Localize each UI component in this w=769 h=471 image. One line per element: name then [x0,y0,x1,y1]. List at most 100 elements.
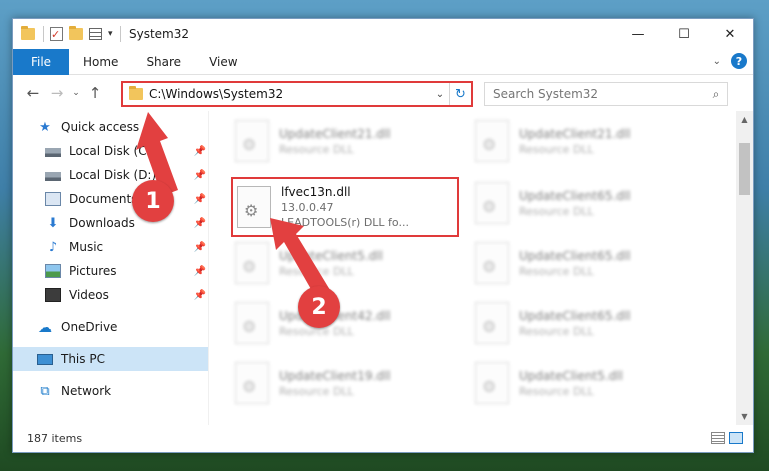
view-icon[interactable] [89,28,102,40]
sidebar-item-music[interactable]: ♪ Music 📌 [13,235,208,259]
file-item[interactable]: ⚙ UpdateClient65.dll Resource DLL [471,237,691,289]
dll-file-icon: ⚙ [235,362,269,404]
chevron-down-icon[interactable]: ⌄ [713,56,721,67]
item-count: 187 items [27,431,83,445]
scroll-down-icon[interactable]: ▼ [736,408,753,425]
sidebar-item-label: Pictures [69,264,117,278]
scroll-up-icon[interactable]: ▲ [736,111,753,128]
tab-home[interactable]: Home [69,55,132,69]
large-icons-view-icon[interactable] [729,432,743,444]
file-item[interactable]: ⚙ UpdateClient19.dll Resource DLL [231,357,451,409]
back-arrow-icon[interactable]: ← [21,84,45,102]
separator [120,26,121,42]
sidebar-item-pictures[interactable]: Pictures 📌 [13,259,208,283]
pin-icon[interactable]: 📌 [194,218,206,229]
sidebar-item-this-pc[interactable]: This PC [13,347,208,371]
window-title: System32 [129,27,190,41]
file-type: Resource DLL [279,384,354,398]
tab-view[interactable]: View [195,55,251,69]
search-box[interactable]: ⌕ [484,82,728,106]
file-item[interactable]: ⚙ UpdateClient65.dll Resource DLL [471,297,691,349]
downloads-icon: ⬇ [47,216,59,231]
up-arrow-icon[interactable]: ↑ [83,84,107,102]
file-item[interactable]: ⚙ UpdateClient21.dll Resource DLL [231,115,451,167]
file-name: UpdateClient5.dll [279,248,383,263]
sidebar-item-local-disk-d[interactable]: Local Disk (D:) 📌 [13,163,208,187]
file-item[interactable]: ⚙ UpdateClient21.dll Resource DLL [471,115,691,167]
search-input[interactable] [493,87,705,101]
new-folder-icon[interactable] [69,26,83,40]
tab-file[interactable]: File [13,48,69,75]
details-view-icon[interactable] [711,432,725,444]
sidebar-item-quick-access[interactable]: ★ Quick access [13,115,208,139]
documents-icon [45,192,61,206]
file-item[interactable]: ⚙ UpdateClient65.dll Resource DLL [471,177,691,229]
chevron-down-icon[interactable]: ⌄ [431,89,449,100]
pictures-icon [45,264,61,278]
file-item[interactable]: ⚙ UpdateClient5.dll Resource DLL [471,357,691,409]
sidebar-item-label: Local Disk (D:) [69,168,157,182]
file-type: Resource DLL [519,384,594,398]
file-name: UpdateClient19.dll [279,368,391,383]
sidebar-item-onedrive[interactable]: ☁ OneDrive [13,315,208,339]
file-name: UpdateClient21.dll [519,126,631,141]
close-button[interactable]: ✕ [707,19,753,49]
file-version: 13.0.0.47 [281,201,334,214]
vertical-scrollbar[interactable]: ▲ ▼ [736,111,753,425]
scrollbar-thumb[interactable] [739,143,750,195]
properties-icon[interactable] [50,27,63,41]
pin-icon[interactable]: 📌 [194,290,206,301]
file-name: UpdateClient21.dll [279,126,391,141]
file-type: Resource DLL [519,204,594,218]
chevron-down-icon[interactable]: ▾ [108,29,118,39]
sidebar-item-local-disk-c[interactable]: Local Disk (C:) 📌 [13,139,208,163]
folder-icon [129,86,143,100]
pin-icon[interactable]: 📌 [194,170,206,181]
disk-icon [45,172,61,181]
refresh-icon[interactable]: ↻ [449,83,471,105]
maximize-button[interactable]: ☐ [661,19,707,49]
quick-access-toolbar: ▾ [21,26,127,42]
main-area: ★ Quick access Local Disk (C:) 📌 Local D… [13,111,753,425]
star-icon: ★ [39,120,51,135]
file-item-highlighted[interactable]: ⚙ lfvec13n.dll 13.0.0.47 LEADTOOLS(r) DL… [231,177,459,237]
file-type: Resource DLL [519,324,594,338]
sidebar-item-label: Documents [69,192,138,206]
pin-icon[interactable]: 📌 [194,194,206,205]
address-path[interactable]: C:\Windows\System32 [149,87,431,101]
dll-file-icon: ⚙ [235,120,269,162]
file-type: Resource DLL [279,142,354,156]
pin-icon[interactable]: 📌 [194,266,206,277]
address-bar[interactable]: C:\Windows\System32 ⌄ ↻ [121,81,473,107]
step-badge-2: 2 [298,286,340,328]
file-description: LEADTOOLS(r) DLL fo... [281,216,409,229]
tab-share[interactable]: Share [132,55,195,69]
sidebar-item-videos[interactable]: Videos 📌 [13,283,208,307]
sidebar-item-label: Videos [69,288,109,302]
pin-icon[interactable]: 📌 [194,242,206,253]
file-item[interactable]: ⚙ UpdateClient5.dll Resource DLL [231,237,451,289]
videos-icon [45,288,61,302]
folder-icon[interactable] [21,26,35,40]
music-icon: ♪ [48,240,58,255]
dll-file-icon: ⚙ [237,186,271,228]
file-type: Resource DLL [519,264,594,278]
pin-icon[interactable]: 📌 [194,146,206,157]
recent-locations-chevron-icon[interactable]: ⌄ [69,88,83,98]
minimize-button[interactable]: — [615,19,661,49]
search-icon[interactable]: ⌕ [705,87,727,102]
dll-file-icon: ⚙ [475,182,509,224]
title-bar: ▾ System32 — ☐ ✕ [13,19,753,49]
file-item[interactable]: ⚙ UpdateClient42.dllResource DLL [231,297,451,349]
sidebar-item-downloads[interactable]: ⬇ Downloads 📌 [13,211,208,235]
sidebar-item-network[interactable]: ⧉ Network [13,379,208,403]
forward-arrow-icon[interactable]: → [45,84,69,102]
sidebar-item-label: Local Disk (C:) [69,144,156,158]
sidebar-item-label: Network [61,384,112,398]
step-badge-1: 1 [132,180,174,222]
dll-file-icon: ⚙ [475,302,509,344]
help-icon[interactable]: ? [731,53,747,69]
sidebar-item-documents[interactable]: Documents 📌 [13,187,208,211]
sidebar-item-label: This PC [61,352,105,366]
file-explorer-window: ▾ System32 — ☐ ✕ File Home Share View ⌄ … [12,18,754,453]
